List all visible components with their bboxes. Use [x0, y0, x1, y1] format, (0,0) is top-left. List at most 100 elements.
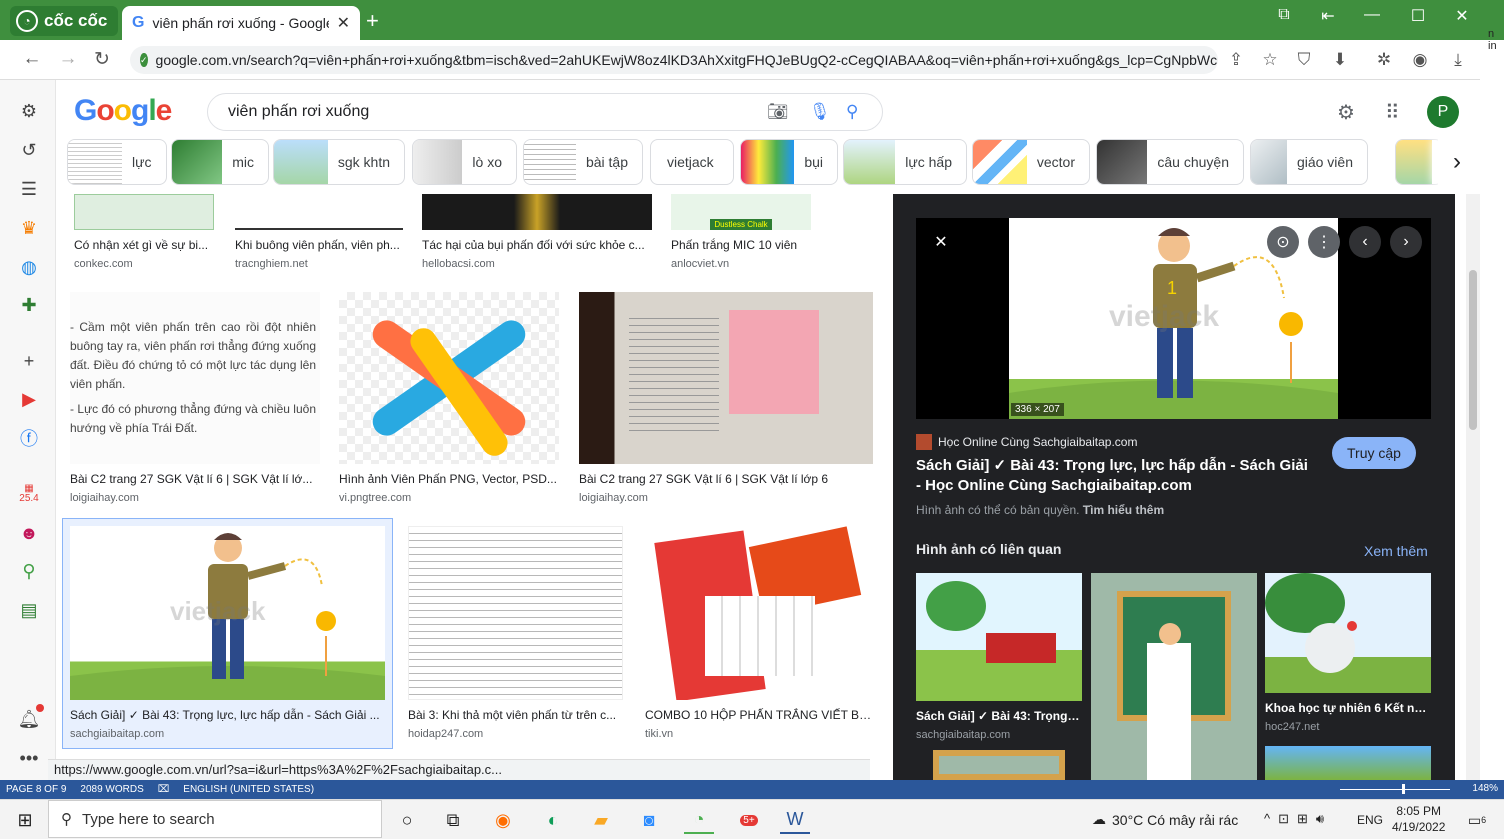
result-card-selected[interactable]: vietjack Sách Giải] ✓ Bài 43: Trọng lực,…	[70, 526, 385, 740]
document-language[interactable]: ENGLISH (UNITED STATES)	[183, 784, 314, 795]
result-image[interactable]	[235, 194, 403, 230]
chip-bui[interactable]: bụi	[740, 139, 838, 185]
app-icon[interactable]: ☻	[16, 520, 42, 546]
result-image[interactable]	[339, 292, 559, 464]
chip-giao-vien[interactable]: giáo viên	[1250, 139, 1368, 185]
result-image[interactable]: vietjack	[70, 526, 385, 700]
shield-icon[interactable]: ⛉	[1292, 50, 1316, 70]
search-icon[interactable]: ⚲	[846, 102, 858, 122]
word-icon[interactable]: W	[780, 806, 810, 834]
weather-widget[interactable]: ☁ 30°C Có mây rải rác	[1092, 811, 1238, 828]
close-preview-icon[interactable]: ✕	[925, 226, 957, 258]
back-icon[interactable]: ←	[20, 48, 44, 70]
scrollbar-thumb[interactable]	[1469, 270, 1477, 430]
downloads-icon[interactable]: ⤓	[1446, 50, 1470, 70]
page-count[interactable]: PAGE 8 OF 9	[6, 784, 66, 795]
visit-button[interactable]: Truy cập	[1332, 437, 1416, 469]
windows-start-icon[interactable]: ⊞	[10, 806, 40, 834]
lens-search-icon[interactable]: ⊙	[1267, 226, 1299, 258]
forward-icon[interactable]: →	[56, 48, 80, 70]
calendar-icon[interactable]: ▦ 25.4	[16, 481, 42, 507]
related-card[interactable]: Sách Giải] ✓ Bài 43: Trọng l... sachgiai…	[916, 573, 1082, 743]
next-image-chevron-icon[interactable]: ›	[1390, 226, 1422, 258]
see-more-link[interactable]: Xem thêm	[1364, 543, 1428, 559]
google-logo[interactable]: Google	[74, 94, 172, 128]
account-avatar[interactable]: P	[1427, 96, 1459, 128]
chip-vector[interactable]: vector	[972, 139, 1090, 185]
more-options-icon[interactable]: ⋮	[1308, 226, 1340, 258]
word-count[interactable]: 2089 WORDS	[80, 784, 143, 795]
edge-icon[interactable]: ◐	[538, 806, 568, 834]
zoom-slider-thumb[interactable]	[1402, 784, 1405, 794]
chip-sgk-khtn[interactable]: sgk khtn	[273, 139, 405, 185]
learn-more-link[interactable]: Tìm hiểu thêm	[1083, 503, 1164, 517]
previous-image-chevron-icon[interactable]: ‹	[1349, 226, 1381, 258]
result-image[interactable]	[408, 526, 623, 700]
result-image[interactable]	[645, 526, 873, 700]
related-card[interactable]: Khoa học tự nhiên 6 Kết nối... hoc247.ne…	[1265, 573, 1431, 743]
facebook-icon[interactable]: ⓕ	[16, 425, 42, 451]
cast-icon[interactable]: ⧉	[1264, 6, 1304, 24]
preview-title[interactable]: Sách Giải] ✓ Bài 43: Trọng lực, lực hấp …	[916, 456, 1316, 496]
camera-icon[interactable]: 📷︎	[767, 102, 789, 122]
taskbar-search[interactable]: ⚲ Type here to search	[48, 800, 382, 838]
more-icon[interactable]: •••	[16, 745, 42, 771]
coccoc-taskbar-icon[interactable]: ◔	[684, 806, 714, 834]
related-image[interactable]	[1265, 573, 1431, 693]
system-tray[interactable]: ^ ⊡ ⊞ 🔊︎	[1264, 811, 1324, 827]
volume-icon[interactable]: 🔊︎	[1316, 811, 1324, 827]
chip-vietjack[interactable]: vietjack	[650, 139, 734, 185]
browser-tab[interactable]: G viên phấn rơi xuống - Google ✕	[122, 6, 360, 40]
chip-mic[interactable]: mic	[171, 139, 269, 185]
share-icon[interactable]: ⇪	[1224, 50, 1248, 70]
reload-icon[interactable]: ↻	[90, 48, 114, 71]
result-card[interactable]: Hình ảnh Viên Phấn PNG, Vector, PSD... v…	[339, 292, 559, 504]
result-card[interactable]: - Cầm một viên phấn trên cao rồi đột nhi…	[70, 292, 320, 504]
result-card[interactable]: Khi buông viên phấn, viên ph... tracnghi…	[235, 194, 403, 270]
result-card[interactable]: Dustless Chalk Phấn trắng MIC 10 viên an…	[671, 194, 811, 270]
result-card[interactable]: Bài 3: Khi thả một viên phấn từ trên c..…	[408, 526, 623, 740]
firefox-icon[interactable]: ◉	[488, 806, 518, 834]
download-badge-icon[interactable]: ⬇	[1328, 50, 1352, 70]
extensions-icon[interactable]: ✲	[1372, 50, 1396, 70]
related-card-partial[interactable]	[933, 750, 1065, 780]
new-tab-button[interactable]: +	[366, 8, 379, 34]
game-icon[interactable]: ✚	[16, 292, 42, 318]
zalo-icon[interactable]: 5+	[734, 806, 764, 834]
action-center-icon[interactable]: ▭ 6	[1462, 806, 1492, 834]
chip-luc-hap[interactable]: lực hấp	[843, 139, 967, 185]
profile-icon[interactable]: ◉	[1408, 50, 1432, 70]
crown-icon[interactable]: ♛	[16, 215, 42, 241]
search-input[interactable]: viên phấn rơi xuống	[228, 103, 369, 121]
result-image[interactable]	[422, 194, 652, 230]
zoom-app-icon[interactable]: ◙	[634, 806, 664, 834]
related-card-tall[interactable]	[1091, 573, 1257, 780]
history-icon[interactable]: ↺	[16, 137, 42, 163]
preview-site[interactable]: Học Online Cùng Sachgiaibaitap.com	[916, 434, 1137, 450]
address-bar[interactable]: ✓ google.com.vn/search?q=viên+phấn+rơi+x…	[130, 46, 1218, 74]
result-image[interactable]: - Cầm một viên phấn trên cao rồi đột nhi…	[70, 292, 320, 464]
chips-next-chevron-icon[interactable]: ›	[1438, 139, 1476, 185]
zoom-slider[interactable]	[1340, 789, 1450, 790]
settings-icon[interactable]: ⚙	[16, 98, 42, 124]
chip-cau-chuyen[interactable]: câu chuyện	[1096, 139, 1244, 185]
file-explorer-icon[interactable]: ▰	[586, 806, 616, 834]
microphone-icon[interactable]: 🎙︎	[809, 102, 831, 122]
minimize-button[interactable]: —	[1352, 6, 1392, 24]
cortana-icon[interactable]: ○	[392, 806, 422, 834]
add-sidebar-icon[interactable]: +	[16, 348, 42, 374]
map-pin-icon[interactable]: ⚲	[16, 558, 42, 584]
result-image[interactable]: Dustless Chalk	[671, 194, 811, 230]
related-image[interactable]	[916, 573, 1082, 701]
chip-luc[interactable]: lực	[67, 139, 167, 185]
camera-tray-icon[interactable]: ⊞	[1297, 811, 1308, 827]
result-image[interactable]	[74, 194, 214, 230]
apps-grid-icon[interactable]: ⠿	[1385, 100, 1400, 125]
search-box[interactable]: viên phấn rơi xuống 📷︎ 🎙︎ ⚲	[207, 93, 883, 131]
chip-lo-xo[interactable]: lò xo	[412, 139, 517, 185]
chip-bai-tap[interactable]: bài tập	[523, 139, 643, 185]
result-card[interactable]: Tác hại của bụi phấn đối với sức khỏe c.…	[422, 194, 652, 270]
maximize-button[interactable]: ☐	[1398, 6, 1438, 26]
back-to-list-icon[interactable]: ⇤	[1308, 6, 1348, 26]
related-card-partial[interactable]	[1265, 746, 1431, 780]
